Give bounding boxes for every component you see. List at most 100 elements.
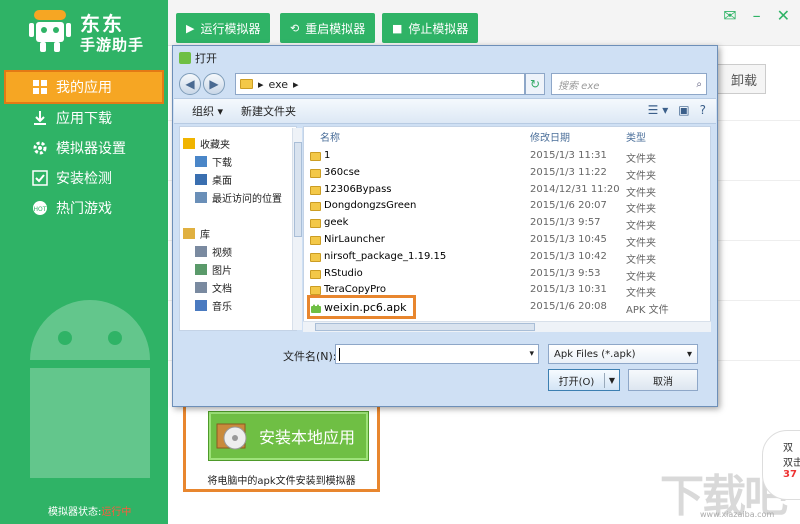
- close-icon[interactable]: ✕: [777, 6, 790, 25]
- open-dropdown-icon[interactable]: ▼: [605, 376, 619, 385]
- hot-game-icon: HOT: [32, 200, 48, 216]
- open-button[interactable]: 打开(O) ▼: [548, 369, 620, 391]
- package-disc-icon: [216, 423, 247, 450]
- tree-item[interactable]: 视频: [195, 244, 232, 259]
- file-row[interactable]: 360cse 2015/1/3 11:22 文件夹: [304, 166, 704, 183]
- run-emulator-button[interactable]: ▶ 运行模拟器: [176, 13, 271, 43]
- document-icon: [195, 282, 207, 293]
- file-date: 2015/1/6 20:07: [530, 200, 607, 212]
- tree-item-label: 音乐: [212, 302, 232, 313]
- back-button[interactable]: ◀: [179, 73, 201, 95]
- tree-item-label: 文档: [212, 284, 232, 295]
- file-row[interactable]: nirsoft_package_1.19.15 2015/1/3 10:42 文件夹: [304, 250, 704, 267]
- file-name: NirLauncher: [324, 234, 385, 245]
- cancel-button[interactable]: 取消: [628, 369, 698, 391]
- forward-button[interactable]: ▶: [203, 73, 225, 95]
- preview-pane-icon[interactable]: ▣: [678, 103, 689, 117]
- text-cursor: [339, 348, 340, 361]
- selected-file-highlight: [307, 295, 416, 319]
- restart-icon: ⟲: [290, 21, 300, 35]
- side-badge[interactable]: 双 双击 37: [762, 430, 800, 500]
- arrow-right-icon: ▶: [209, 77, 219, 91]
- file-row[interactable]: DongdongzsGreen 2015/1/6 20:07 文件夹: [304, 199, 704, 216]
- star-icon: [183, 138, 195, 149]
- install-button-label: 安装本地应用: [259, 428, 356, 447]
- emulator-status: 模拟器状态:运行中: [48, 503, 131, 518]
- video-icon: [195, 246, 207, 257]
- stop-icon: ■: [392, 21, 403, 35]
- new-folder-button[interactable]: 新建文件夹: [241, 103, 296, 119]
- file-type: 文件夹: [626, 288, 656, 300]
- tree-item[interactable]: 下载: [195, 154, 232, 169]
- nav-my-apps[interactable]: 我的应用: [4, 70, 164, 104]
- column-name[interactable]: 名称: [320, 129, 340, 144]
- install-local-app-button[interactable]: 安装本地应用: [208, 411, 369, 461]
- nav-app-download[interactable]: 应用下载: [0, 103, 168, 133]
- column-modified[interactable]: 修改日期: [530, 129, 570, 144]
- arrow-left-icon: ◀: [185, 77, 195, 91]
- restart-emulator-button[interactable]: ⟲ 重启模拟器: [280, 13, 376, 43]
- status-label: 模拟器状态:: [48, 507, 102, 518]
- organize-menu[interactable]: 组织 ▾: [192, 103, 223, 119]
- file-row[interactable]: NirLauncher 2015/1/3 10:45 文件夹: [304, 233, 704, 250]
- app-subtitle: 手游助手: [80, 36, 145, 54]
- scroll-thumb[interactable]: [315, 323, 535, 331]
- file-name: nirsoft_package_1.19.15: [324, 250, 447, 262]
- file-type: 文件夹: [626, 170, 656, 182]
- folder-icon: [310, 219, 321, 231]
- file-name: RStudio: [324, 267, 363, 279]
- download-folder-icon: [195, 156, 207, 167]
- tree-item[interactable]: 最近访问的位置: [195, 190, 282, 205]
- address-bar[interactable]: ▸ exe ▸: [235, 73, 525, 95]
- tree-item-label: 图片: [212, 266, 232, 277]
- nav-label: 热门游戏: [56, 201, 112, 217]
- tree-item[interactable]: 音乐: [195, 298, 232, 313]
- desktop-icon: [195, 174, 207, 185]
- minimize-icon[interactable]: –: [753, 6, 761, 25]
- chevron-down-icon[interactable]: ▾: [529, 349, 534, 359]
- refresh-button[interactable]: ↻: [525, 73, 545, 95]
- tree-item[interactable]: 文档: [195, 280, 232, 295]
- file-name: DongdongzsGreen: [324, 200, 417, 212]
- search-input[interactable]: 搜索 exe ⌕: [551, 73, 707, 95]
- tree-item[interactable]: 图片: [195, 262, 232, 277]
- nav-emulator-settings[interactable]: 模拟器设置: [0, 133, 168, 163]
- file-row[interactable]: 1 2015/1/3 11:31 文件夹: [304, 149, 704, 166]
- tree-item-label: 库: [200, 230, 210, 241]
- button-label: 重启模拟器: [305, 21, 366, 36]
- navigation-scrollbar[interactable]: [292, 128, 302, 330]
- app-title: 东东: [80, 12, 124, 36]
- check-box-icon: [32, 170, 48, 186]
- file-type-filter[interactable]: Apk Files (*.apk) ▾: [548, 344, 698, 364]
- open-label: 打开(O): [549, 372, 605, 388]
- folder-icon: [310, 252, 321, 265]
- nav-label: 应用下载: [56, 111, 112, 127]
- stop-emulator-button[interactable]: ■ 停止模拟器: [382, 13, 479, 43]
- filename-label: 文件名(N):: [283, 350, 337, 363]
- nav-hot-games[interactable]: HOT 热门游戏: [0, 193, 168, 223]
- svg-text:HOT: HOT: [34, 206, 47, 213]
- nav-install-check[interactable]: 安装检测: [0, 163, 168, 193]
- help-icon[interactable]: ?: [700, 103, 706, 117]
- tree-item[interactable]: 桌面: [195, 172, 232, 187]
- folder-icon: [310, 185, 321, 198]
- file-name: TeraCopyPro: [324, 284, 387, 296]
- install-local-app-panel: 安装本地应用 将电脑中的apk文件安装到模拟器: [183, 395, 380, 492]
- tree-item[interactable]: 库: [183, 226, 210, 241]
- open-file-dialog: 打开 ◀ ▶ ▸ exe ▸ ↻ 搜索 exe ⌕ 组织 ▾ 新建文件夹 ☰ ▾…: [172, 45, 718, 407]
- tree-item-label: 最近访问的位置: [212, 194, 282, 205]
- scroll-thumb[interactable]: [294, 142, 302, 237]
- message-icon[interactable]: ✉: [723, 6, 736, 25]
- tree-item[interactable]: 收藏夹: [183, 136, 230, 151]
- file-row[interactable]: 12306Bypass 2014/12/31 11:20 文件夹: [304, 183, 704, 200]
- nav-label: 安装检测: [56, 171, 112, 187]
- file-date: 2014/12/31 11:20: [530, 183, 620, 195]
- view-options-icon[interactable]: ☰ ▾: [648, 103, 669, 117]
- address-row: ◀ ▶ ▸ exe ▸ ↻ 搜索 exe ⌕: [179, 72, 711, 96]
- file-list-scrollbar[interactable]: [303, 321, 711, 332]
- filename-input[interactable]: ▾: [335, 344, 539, 364]
- file-row[interactable]: RStudio 2015/1/3 9:53 文件夹: [304, 267, 704, 284]
- install-description: 将电脑中的apk文件安装到模拟器: [207, 476, 356, 487]
- column-type[interactable]: 类型: [626, 129, 646, 144]
- file-row[interactable]: geek 2015/1/3 9:57 文件夹: [304, 216, 704, 233]
